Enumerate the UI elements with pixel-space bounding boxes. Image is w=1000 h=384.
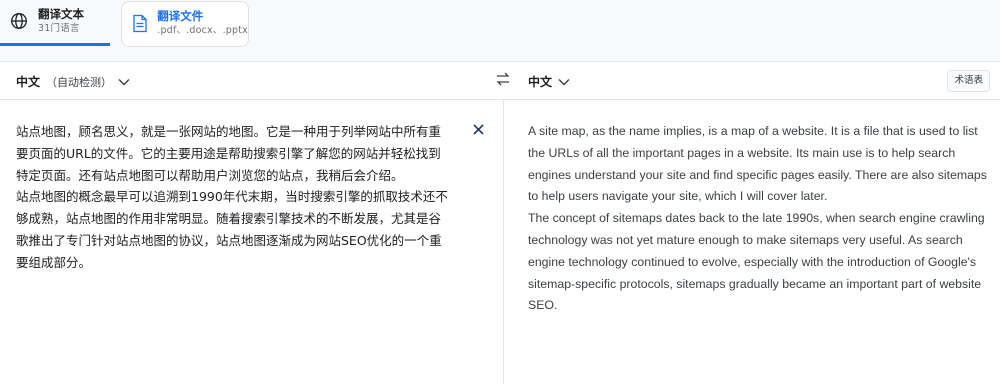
tab-title: 翻译文件 xyxy=(157,9,204,23)
tab-title: 翻译文本 xyxy=(38,7,84,21)
tab-subtitle: .pdf、.docx、.pptx xyxy=(157,25,248,36)
mode-tab-strip: 翻译文本 31门语言 翻译文件 .pdf、.docx、.pptx xyxy=(0,0,1000,62)
clear-text-button[interactable] xyxy=(470,121,486,137)
globe-icon xyxy=(8,10,30,32)
tab-translate-text[interactable]: 翻译文本 31门语言 xyxy=(0,0,110,46)
tab-translate-files[interactable]: 翻译文件 .pdf、.docx、.pptx xyxy=(121,1,249,47)
translated-text-output: A site map, as the name implies, is a ma… xyxy=(528,124,987,313)
source-language-name: 中文 xyxy=(16,75,41,89)
close-icon xyxy=(472,120,484,139)
target-language-name: 中文 xyxy=(528,75,553,89)
source-text-input[interactable]: 站点地图，顾名思义，就是一张网站的地图。它是一种用于列举网站中所有重要页面的UR… xyxy=(16,121,452,274)
language-bar: 中文 （自动检测） 中文 术语表 xyxy=(0,62,1000,100)
document-icon xyxy=(130,12,149,34)
swap-languages-button[interactable] xyxy=(493,71,513,91)
source-language-selector[interactable]: 中文 （自动检测） xyxy=(16,73,130,90)
target-language-selector[interactable]: 中文 xyxy=(528,73,570,90)
chevron-down-icon xyxy=(118,78,130,86)
swap-arrows-icon xyxy=(495,71,511,91)
tab-subtitle: 31门语言 xyxy=(38,23,80,34)
pane-divider xyxy=(503,100,504,384)
auto-detect-label: （自动检测） xyxy=(46,75,113,89)
glossary-button[interactable]: 术语表 xyxy=(947,70,990,92)
chevron-down-icon xyxy=(558,78,570,86)
